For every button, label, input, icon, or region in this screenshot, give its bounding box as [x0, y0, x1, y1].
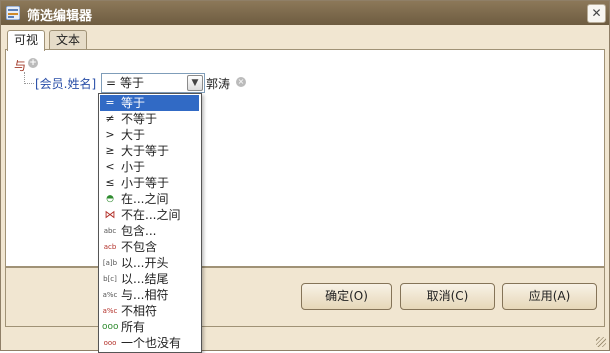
operator-option-begins-with[interactable]: [a]b 以...开头 — [100, 255, 199, 271]
operator-selected-value: 等于 — [120, 76, 145, 90]
operator-option-not-like[interactable]: a%c 不相符 — [100, 303, 199, 319]
operator-option-label: 大于 — [121, 128, 146, 142]
tab-visual[interactable]: 可视 — [7, 30, 46, 51]
operator-option-ends-with[interactable]: b[c] 以...结尾 — [100, 271, 199, 287]
condition-value[interactable]: 郭涛 — [206, 75, 230, 92]
operator-option-between[interactable]: ◓ 在...之间 — [100, 191, 199, 207]
operator-option-label: 在...之间 — [121, 192, 169, 206]
ok-button[interactable]: 确定(O) — [301, 283, 392, 310]
chevron-down-icon[interactable]: ▼ — [187, 75, 203, 91]
add-condition-icon[interactable]: + — [28, 58, 38, 68]
operator-option-label: 大于等于 — [121, 144, 170, 158]
apply-button[interactable]: 应用(A) — [502, 283, 597, 310]
operator-option-like[interactable]: a%c 与...相符 — [100, 287, 199, 303]
operator-option-none-of[interactable]: ooo 一个也没有 — [100, 335, 199, 351]
operator-option-not-between[interactable]: ⋈ 不在...之间 — [100, 207, 199, 223]
operator-select[interactable]: = 等于 ▼ — [101, 73, 205, 93]
operator-option-label: 不在...之间 — [121, 208, 181, 222]
ends-with-icon: b[c] — [103, 275, 117, 283]
greater-or-equal-icon: ≥ — [105, 144, 115, 157]
operator-option-label: 小于等于 — [121, 176, 170, 190]
remove-condition-icon[interactable]: × — [236, 77, 246, 87]
contains-icon: abc — [103, 227, 117, 235]
operator-option-not-equals[interactable]: ≠ 不等于 — [100, 111, 199, 127]
greater-than-icon: > — [105, 128, 115, 141]
operator-option-any-of[interactable]: ooo 所有 — [100, 319, 199, 335]
operator-option-greater-or-equal[interactable]: ≥ 大于等于 — [100, 143, 199, 159]
operator-option-label: 小于 — [121, 160, 146, 174]
begins-with-icon: [a]b — [102, 259, 118, 267]
equals-icon: = — [105, 96, 115, 109]
operator-option-label: 包含... — [121, 224, 157, 238]
operator-option-label: 所有 — [121, 320, 146, 334]
operator-option-greater[interactable]: > 大于 — [100, 127, 199, 143]
not-like-icon: a%c — [102, 307, 118, 315]
filter-tree-panel: 与 + [会员.姓名] = 等于 ▼ 郭涛 × — [5, 49, 605, 267]
condition-field[interactable]: [会员.姓名] — [35, 75, 96, 92]
operator-option-label: 一个也没有 — [121, 336, 182, 350]
operator-dropdown-list: = 等于 ≠ 不等于 > 大于 ≥ 大于等于 < 小于 ≤ 小于等于 ◓ 在..… — [98, 93, 202, 353]
cancel-button[interactable]: 取消(C) — [400, 283, 495, 310]
resize-grip[interactable] — [596, 337, 606, 347]
operator-option-less-or-equal[interactable]: ≤ 小于等于 — [100, 175, 199, 191]
not-equals-icon: ≠ — [105, 112, 115, 125]
filter-editor-window: 筛选编辑器 ✕ 可视 文本 与 + [会员.姓名] = 等于 ▼ 郭涛 × 确定… — [0, 0, 610, 351]
not-between-icon: ⋈ — [104, 208, 116, 221]
operator-option-label: 不等于 — [121, 112, 158, 126]
window-title: 筛选编辑器 — [27, 9, 93, 24]
title-bar[interactable]: 筛选编辑器 ✕ — [1, 1, 609, 25]
tree-connector-horizontal — [24, 83, 34, 84]
less-or-equal-icon: ≤ — [105, 176, 115, 189]
tab-text[interactable]: 文本 — [49, 30, 88, 50]
operator-option-label: 等于 — [121, 96, 146, 110]
operator-option-not-contains[interactable]: acb 不包含 — [100, 239, 199, 255]
operator-option-label: 与...相符 — [121, 288, 169, 302]
any-of-icon: ooo — [102, 322, 119, 332]
operator-option-equals[interactable]: = 等于 — [100, 95, 199, 111]
none-of-icon: ooo — [103, 339, 117, 347]
operator-option-contains[interactable]: abc 包含... — [100, 223, 199, 239]
like-icon: a%c — [102, 291, 118, 299]
operator-option-less[interactable]: < 小于 — [100, 159, 199, 175]
not-contains-icon: acb — [103, 243, 117, 251]
between-icon: ◓ — [106, 194, 114, 204]
close-button[interactable]: ✕ — [587, 4, 606, 23]
close-icon: ✕ — [591, 6, 602, 20]
equals-icon: = — [105, 76, 117, 90]
filter-editor-icon — [6, 6, 20, 20]
operator-option-label: 不相符 — [121, 304, 158, 318]
operator-option-label: 不包含 — [121, 240, 158, 254]
operator-option-label: 以...结尾 — [121, 272, 169, 286]
less-than-icon: < — [105, 160, 115, 173]
operator-option-label: 以...开头 — [121, 256, 169, 270]
